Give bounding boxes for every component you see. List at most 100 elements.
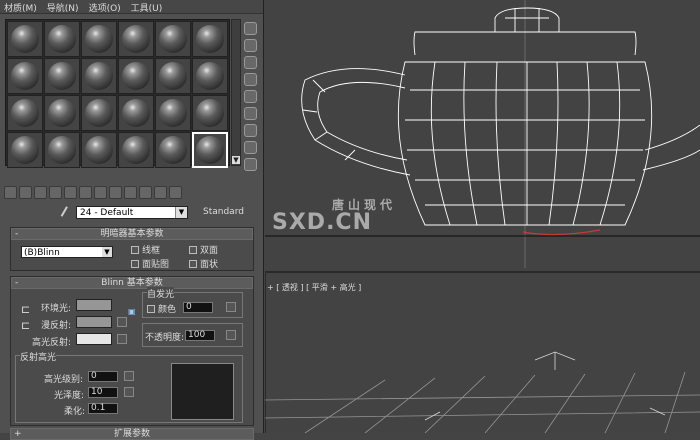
material-slot[interactable] bbox=[7, 132, 43, 168]
faceted-checkbox[interactable]: 面状 bbox=[189, 257, 218, 270]
chevron-down-icon[interactable]: ▼ bbox=[175, 207, 187, 218]
select-by-material-icon[interactable] bbox=[244, 141, 257, 154]
material-slot[interactable] bbox=[44, 58, 80, 94]
reset-map-icon[interactable] bbox=[49, 186, 62, 199]
face-map-checkbox[interactable]: 面贴图 bbox=[131, 257, 169, 270]
material-slot[interactable] bbox=[118, 132, 154, 168]
video-check-icon[interactable] bbox=[244, 90, 257, 103]
rollout-header[interactable]: - Blinn 基本参数 bbox=[11, 277, 253, 289]
chevron-down-icon[interactable]: ▼ bbox=[102, 247, 112, 257]
eyedropper-icon[interactable] bbox=[60, 206, 72, 219]
menu-navigation[interactable]: 导航(N) bbox=[47, 1, 79, 14]
menu-tools[interactable]: 工具(U) bbox=[131, 1, 163, 14]
backlight-icon[interactable] bbox=[244, 39, 257, 52]
two-sided-checkbox[interactable]: 双面 bbox=[189, 243, 218, 256]
sample-type-icon[interactable] bbox=[244, 22, 257, 35]
menu-material[interactable]: 材质(M) bbox=[4, 1, 37, 14]
put-to-library-icon[interactable] bbox=[94, 186, 107, 199]
opacity-spinner[interactable]: 100 bbox=[185, 330, 215, 341]
spec-level-label: 高光级别: bbox=[44, 375, 84, 385]
material-slot[interactable] bbox=[155, 132, 191, 168]
shader-basic-rollout: - 明暗器基本参数 (B)Blinn ▼ 线框 双面 面贴图 面状 bbox=[10, 227, 254, 271]
make-unique-icon[interactable] bbox=[79, 186, 92, 199]
material-slot[interactable] bbox=[7, 58, 43, 94]
material-slot[interactable] bbox=[192, 58, 228, 94]
material-id-icon[interactable] bbox=[109, 186, 122, 199]
opacity-map-button[interactable] bbox=[226, 330, 236, 340]
lock-diffuse-specular-icon[interactable]: ⊏ bbox=[21, 319, 30, 332]
material-sphere-icon bbox=[11, 25, 39, 53]
options-icon[interactable] bbox=[244, 124, 257, 137]
scroll-down-icon[interactable]: ▼ bbox=[232, 156, 240, 164]
material-sphere-icon bbox=[48, 99, 76, 127]
material-slot[interactable] bbox=[44, 21, 80, 57]
assign-material-icon[interactable] bbox=[34, 186, 47, 199]
highlight-curve-graph bbox=[171, 363, 234, 420]
material-slot[interactable] bbox=[118, 95, 154, 131]
wire-checkbox[interactable]: 线框 bbox=[131, 243, 160, 256]
soften-spinner[interactable]: 0.1 bbox=[88, 403, 118, 414]
material-slot[interactable] bbox=[81, 95, 117, 131]
material-sphere-icon bbox=[122, 99, 150, 127]
specular-map-button[interactable] bbox=[117, 334, 127, 344]
viewport-label[interactable]: + [ 透视 ] [ 平滑 + 高光 ] bbox=[267, 282, 361, 293]
material-sphere-icon bbox=[85, 62, 113, 90]
material-name-field[interactable]: 24 - Default ▼ bbox=[76, 206, 188, 219]
material-slot[interactable] bbox=[118, 21, 154, 57]
material-type-button[interactable]: Standard bbox=[203, 207, 244, 217]
show-end-result-icon[interactable] bbox=[139, 186, 152, 199]
material-sphere-icon bbox=[196, 136, 224, 164]
material-sphere-icon bbox=[122, 136, 150, 164]
material-slot[interactable] bbox=[118, 58, 154, 94]
uv-tiling-icon[interactable] bbox=[244, 73, 257, 86]
make-preview-icon[interactable] bbox=[244, 107, 257, 120]
glossiness-spinner[interactable]: 10 bbox=[88, 387, 118, 398]
spec-level-map-button[interactable] bbox=[124, 371, 134, 381]
self-illum-label: 自发光 bbox=[147, 287, 175, 300]
shader-select[interactable]: (B)Blinn ▼ bbox=[21, 246, 113, 258]
material-slot[interactable] bbox=[81, 132, 117, 168]
rollout-header[interactable]: - 明暗器基本参数 bbox=[11, 228, 253, 240]
spec-level-spinner[interactable]: 0 bbox=[88, 371, 118, 382]
specular-color-swatch[interactable] bbox=[76, 333, 112, 345]
material-slot[interactable] bbox=[155, 95, 191, 131]
show-map-icon[interactable] bbox=[124, 186, 137, 199]
put-to-scene-icon[interactable] bbox=[19, 186, 32, 199]
blinn-basic-rollout: - Blinn 基本参数 ⊏ ⊏ 环境光: 漫反射: 高光反射: ▣ 自发光 颜色… bbox=[10, 276, 254, 426]
diffuse-map-button[interactable] bbox=[117, 317, 127, 327]
slot-scrollbar[interactable]: ▼ bbox=[231, 19, 241, 166]
go-forward-sibling-icon[interactable] bbox=[169, 186, 182, 199]
extended-params-rollout[interactable]: + 扩展参数 bbox=[10, 428, 254, 440]
material-slot[interactable] bbox=[192, 21, 228, 57]
material-slot[interactable] bbox=[44, 132, 80, 168]
copy-material-icon[interactable] bbox=[64, 186, 77, 199]
material-slot[interactable] bbox=[81, 21, 117, 57]
material-slot[interactable] bbox=[81, 58, 117, 94]
lock-ambient-diffuse-icon[interactable]: ⊏ bbox=[21, 303, 30, 316]
map-lock-icon[interactable]: ▣ bbox=[128, 307, 136, 316]
material-navigator-icon[interactable] bbox=[244, 158, 257, 171]
material-slot[interactable] bbox=[7, 95, 43, 131]
glossiness-map-button[interactable] bbox=[124, 387, 134, 397]
go-to-parent-icon[interactable] bbox=[154, 186, 167, 199]
material-slot[interactable] bbox=[44, 95, 80, 131]
self-illum-map-button[interactable] bbox=[226, 302, 236, 312]
material-slot[interactable] bbox=[155, 58, 191, 94]
diffuse-color-swatch[interactable] bbox=[76, 316, 112, 328]
background-icon[interactable] bbox=[244, 56, 257, 69]
menu-options[interactable]: 选项(O) bbox=[89, 1, 121, 14]
material-editor-panel: 材质(M) 导航(N) 选项(O) 工具(U) ▼ 24 - Default ▼ … bbox=[0, 0, 264, 440]
material-sphere-icon bbox=[48, 25, 76, 53]
material-slot[interactable] bbox=[7, 21, 43, 57]
ambient-color-swatch[interactable] bbox=[76, 299, 112, 311]
material-slot[interactable] bbox=[192, 132, 228, 168]
material-sphere-icon bbox=[159, 136, 187, 164]
material-slot[interactable] bbox=[192, 95, 228, 131]
material-slot[interactable] bbox=[155, 21, 191, 57]
get-material-icon[interactable] bbox=[4, 186, 17, 199]
specular-highlights-group: 反射高光 高光级别: 0 光泽度: 10 柔化: 0.1 bbox=[15, 350, 243, 423]
teapot-wireframe bbox=[301, 7, 700, 226]
side-toolbar bbox=[244, 22, 260, 175]
self-illum-color-checkbox[interactable]: 颜色 bbox=[147, 302, 176, 315]
self-illum-spinner[interactable]: 0 bbox=[183, 302, 213, 313]
